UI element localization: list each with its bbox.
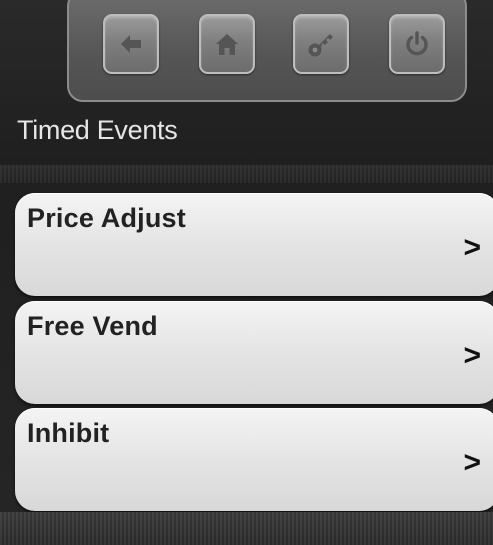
page-title: Timed Events: [17, 115, 178, 145]
chevron-right-icon: >: [463, 446, 481, 479]
menu-item-label: Price Adjust: [27, 203, 186, 233]
key-button[interactable]: [293, 14, 349, 74]
top-toolbar: [67, 0, 467, 102]
menu-item-label: Inhibit: [27, 418, 110, 448]
power-button[interactable]: [389, 14, 445, 74]
menu-item-inhibit[interactable]: Inhibit >: [15, 408, 493, 511]
chevron-right-icon: >: [463, 231, 481, 264]
back-button[interactable]: [103, 14, 159, 74]
power-icon: [399, 26, 435, 62]
home-icon: [209, 26, 245, 62]
bottom-band: [0, 512, 493, 545]
key-icon: [303, 26, 339, 62]
title-divider: [0, 165, 493, 183]
menu-item-label: Free Vend: [27, 311, 158, 341]
screen: Timed Events Price Adjust > Free Vend > …: [0, 0, 493, 545]
menu-item-free-vend[interactable]: Free Vend >: [15, 301, 493, 404]
chevron-right-icon: >: [463, 339, 481, 372]
home-button[interactable]: [199, 14, 255, 74]
menu-item-price-adjust[interactable]: Price Adjust >: [15, 193, 493, 296]
back-arrow-icon: [113, 26, 149, 62]
